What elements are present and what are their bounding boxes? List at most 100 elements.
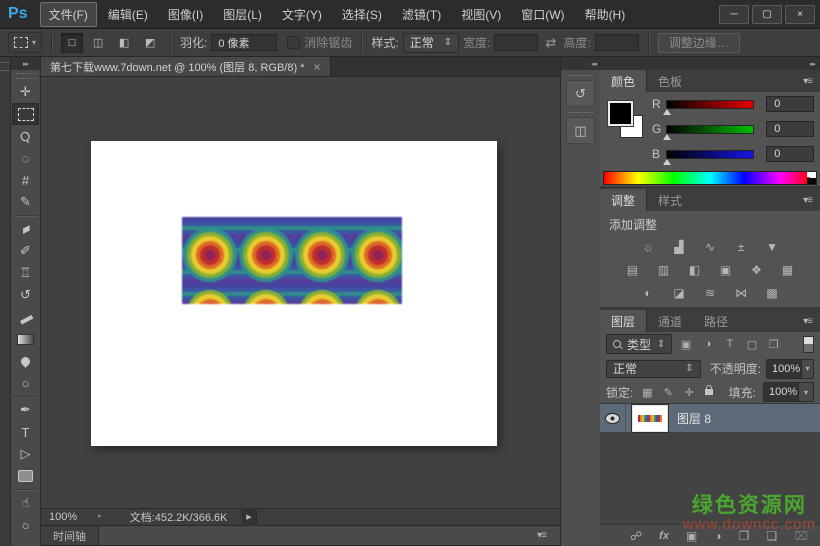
history-brush-tool[interactable]: ↺ <box>12 284 39 306</box>
exposure-button[interactable]: ± <box>729 237 753 256</box>
gradient-map-button[interactable]: ⋈ <box>729 283 753 302</box>
tab-color[interactable]: 颜色 <box>600 70 647 92</box>
tab-paths[interactable]: 路径 <box>693 310 739 332</box>
eyedropper-tool[interactable]: ✎ <box>12 191 39 213</box>
document-tab[interactable]: 第七下载www.7down.net @ 100% (图层 8, RGB/8) *… <box>41 57 331 76</box>
brightness-contrast-button[interactable]: ☼ <box>636 237 660 256</box>
minimize-button[interactable]: ─ <box>719 5 749 24</box>
gradient-tool[interactable] <box>12 328 39 350</box>
tab-adjustments[interactable]: 调整 <box>600 189 647 211</box>
tab-layers[interactable]: 图层 <box>600 310 647 332</box>
document-canvas[interactable] <box>91 141 497 446</box>
curves-button[interactable]: ∿ <box>698 237 722 256</box>
new-group-icon[interactable]: ❐ <box>739 529 750 543</box>
color-lookup-button[interactable]: ▦ <box>776 260 800 279</box>
red-slider[interactable] <box>666 100 755 109</box>
menu-help[interactable]: 帮助(H) <box>576 2 635 27</box>
color-balance-button[interactable]: ▥ <box>652 260 676 279</box>
panel-menu-icon[interactable]: ▾≡ <box>803 316 820 327</box>
blue-slider[interactable] <box>666 150 755 159</box>
tab-channels[interactable]: 通道 <box>647 310 693 332</box>
close-button[interactable]: × <box>785 5 815 24</box>
toolbar-collapse-button[interactable]: ▸▸ <box>11 57 40 70</box>
posterize-button[interactable]: ◪ <box>667 283 691 302</box>
lock-transparent-pixels-button[interactable]: ▦ <box>640 386 654 399</box>
lasso-tool[interactable]: Ϙ <box>12 125 39 147</box>
slider-thumb[interactable] <box>663 109 671 115</box>
tab-swatches[interactable]: 色板 <box>647 70 693 92</box>
add-to-selection-button[interactable]: ◫ <box>87 33 109 53</box>
black-chip[interactable] <box>807 178 816 184</box>
opacity-field[interactable]: 100% ▾ <box>766 359 814 379</box>
zoom-tool[interactable]: ○ <box>12 514 39 536</box>
menu-filter[interactable]: 滤镜(T) <box>393 2 450 27</box>
add-layer-mask-icon[interactable]: ▣ <box>686 529 697 543</box>
menu-image[interactable]: 图像(I) <box>159 2 212 27</box>
dock-collapse-button[interactable]: ▸▸ <box>600 57 820 70</box>
black-and-white-button[interactable]: ◧ <box>683 260 707 279</box>
layer-row-selected[interactable]: 图层 8 <box>600 404 820 433</box>
hue-saturation-button[interactable]: ▤ <box>621 260 645 279</box>
selective-color-button[interactable]: ▩ <box>760 283 784 302</box>
vibrance-button[interactable]: ▼ <box>760 237 784 256</box>
maximize-button[interactable]: ▢ <box>752 5 782 24</box>
refine-edge-button[interactable]: 调整边缘… <box>658 33 740 53</box>
filter-toggle-switch[interactable] <box>803 336 814 353</box>
green-slider[interactable] <box>666 125 755 134</box>
blend-mode-select[interactable]: 正常 ⇕ <box>606 360 701 378</box>
lock-all-button[interactable] <box>705 389 713 395</box>
pen-tool[interactable]: ✒ <box>12 399 39 421</box>
color-spectrum-ramp[interactable] <box>603 171 817 185</box>
levels-button[interactable]: ▟ <box>667 237 691 256</box>
status-menu-arrow[interactable]: ▶ <box>242 510 257 524</box>
clone-stamp-tool[interactable]: ♖ <box>12 262 39 284</box>
layer-effects-icon[interactable]: fx <box>659 530 669 542</box>
filter-shape-layers-button[interactable]: ▢ <box>743 336 760 353</box>
tab-styles[interactable]: 样式 <box>647 189 693 211</box>
height-input[interactable] <box>595 34 639 51</box>
chevron-down-icon[interactable]: ▾ <box>801 360 813 378</box>
tool-preset-picker[interactable]: ▾ <box>8 32 42 53</box>
tab-timeline[interactable]: 时间轴 <box>41 526 99 545</box>
hand-tool[interactable]: ☝ <box>12 492 39 514</box>
type-tool[interactable]: T <box>12 421 39 443</box>
intersect-selection-button[interactable]: ◩ <box>139 33 161 53</box>
feather-input[interactable]: 0 像素 <box>211 34 277 51</box>
panel-menu-icon[interactable]: ▾≡ <box>803 195 820 206</box>
filter-kind-select[interactable]: 类型 ⇕ <box>606 334 672 354</box>
move-tool[interactable]: ✛ <box>12 81 39 103</box>
threshold-button[interactable]: ≋ <box>698 283 722 302</box>
antialias-checkbox[interactable] <box>287 36 300 49</box>
lock-position-button[interactable]: ✛ <box>682 386 696 399</box>
invert-button[interactable]: ◐ <box>636 283 660 302</box>
close-tab-icon[interactable]: × <box>313 60 320 74</box>
white-chip[interactable] <box>807 172 816 177</box>
link-layers-icon[interactable]: ☍ <box>630 529 642 543</box>
channel-mixer-button[interactable]: ❖ <box>745 260 769 279</box>
rectangle-tool[interactable] <box>12 465 39 487</box>
blur-tool[interactable] <box>12 350 39 372</box>
rectangular-marquee-tool[interactable] <box>12 103 39 125</box>
visibility-cell[interactable] <box>600 404 626 432</box>
filter-smart-objects-button[interactable]: ❒ <box>765 336 782 353</box>
blue-value-field[interactable]: 0 <box>766 146 814 162</box>
brush-tool[interactable]: ✐ <box>12 240 39 262</box>
eraser-tool[interactable]: ▬ <box>12 306 39 328</box>
chevron-down-icon[interactable]: ▾ <box>798 383 813 401</box>
style-select[interactable]: 正常 ⇕ <box>403 33 459 53</box>
menu-select[interactable]: 选择(S) <box>333 2 391 27</box>
red-value-field[interactable]: 0 <box>766 96 814 112</box>
photo-filter-button[interactable]: ▣ <box>714 260 738 279</box>
crop-tool[interactable]: # <box>12 169 39 191</box>
width-input[interactable] <box>494 34 538 51</box>
new-selection-button[interactable]: □ <box>61 33 83 53</box>
slider-thumb[interactable] <box>663 134 671 140</box>
lock-image-pixels-button[interactable]: ✎ <box>661 386 675 399</box>
slider-thumb[interactable] <box>663 159 671 165</box>
panel-menu-icon[interactable]: ▾≡ <box>803 76 820 87</box>
dodge-tool[interactable]: ○ <box>12 372 39 394</box>
dock-expand-button[interactable]: ◂◂ <box>561 57 600 70</box>
filter-pixel-layers-button[interactable]: ▣ <box>677 336 694 353</box>
filter-adjustment-layers-button[interactable]: ◑ <box>699 336 716 353</box>
history-panel-button[interactable]: ↺ <box>566 80 595 107</box>
